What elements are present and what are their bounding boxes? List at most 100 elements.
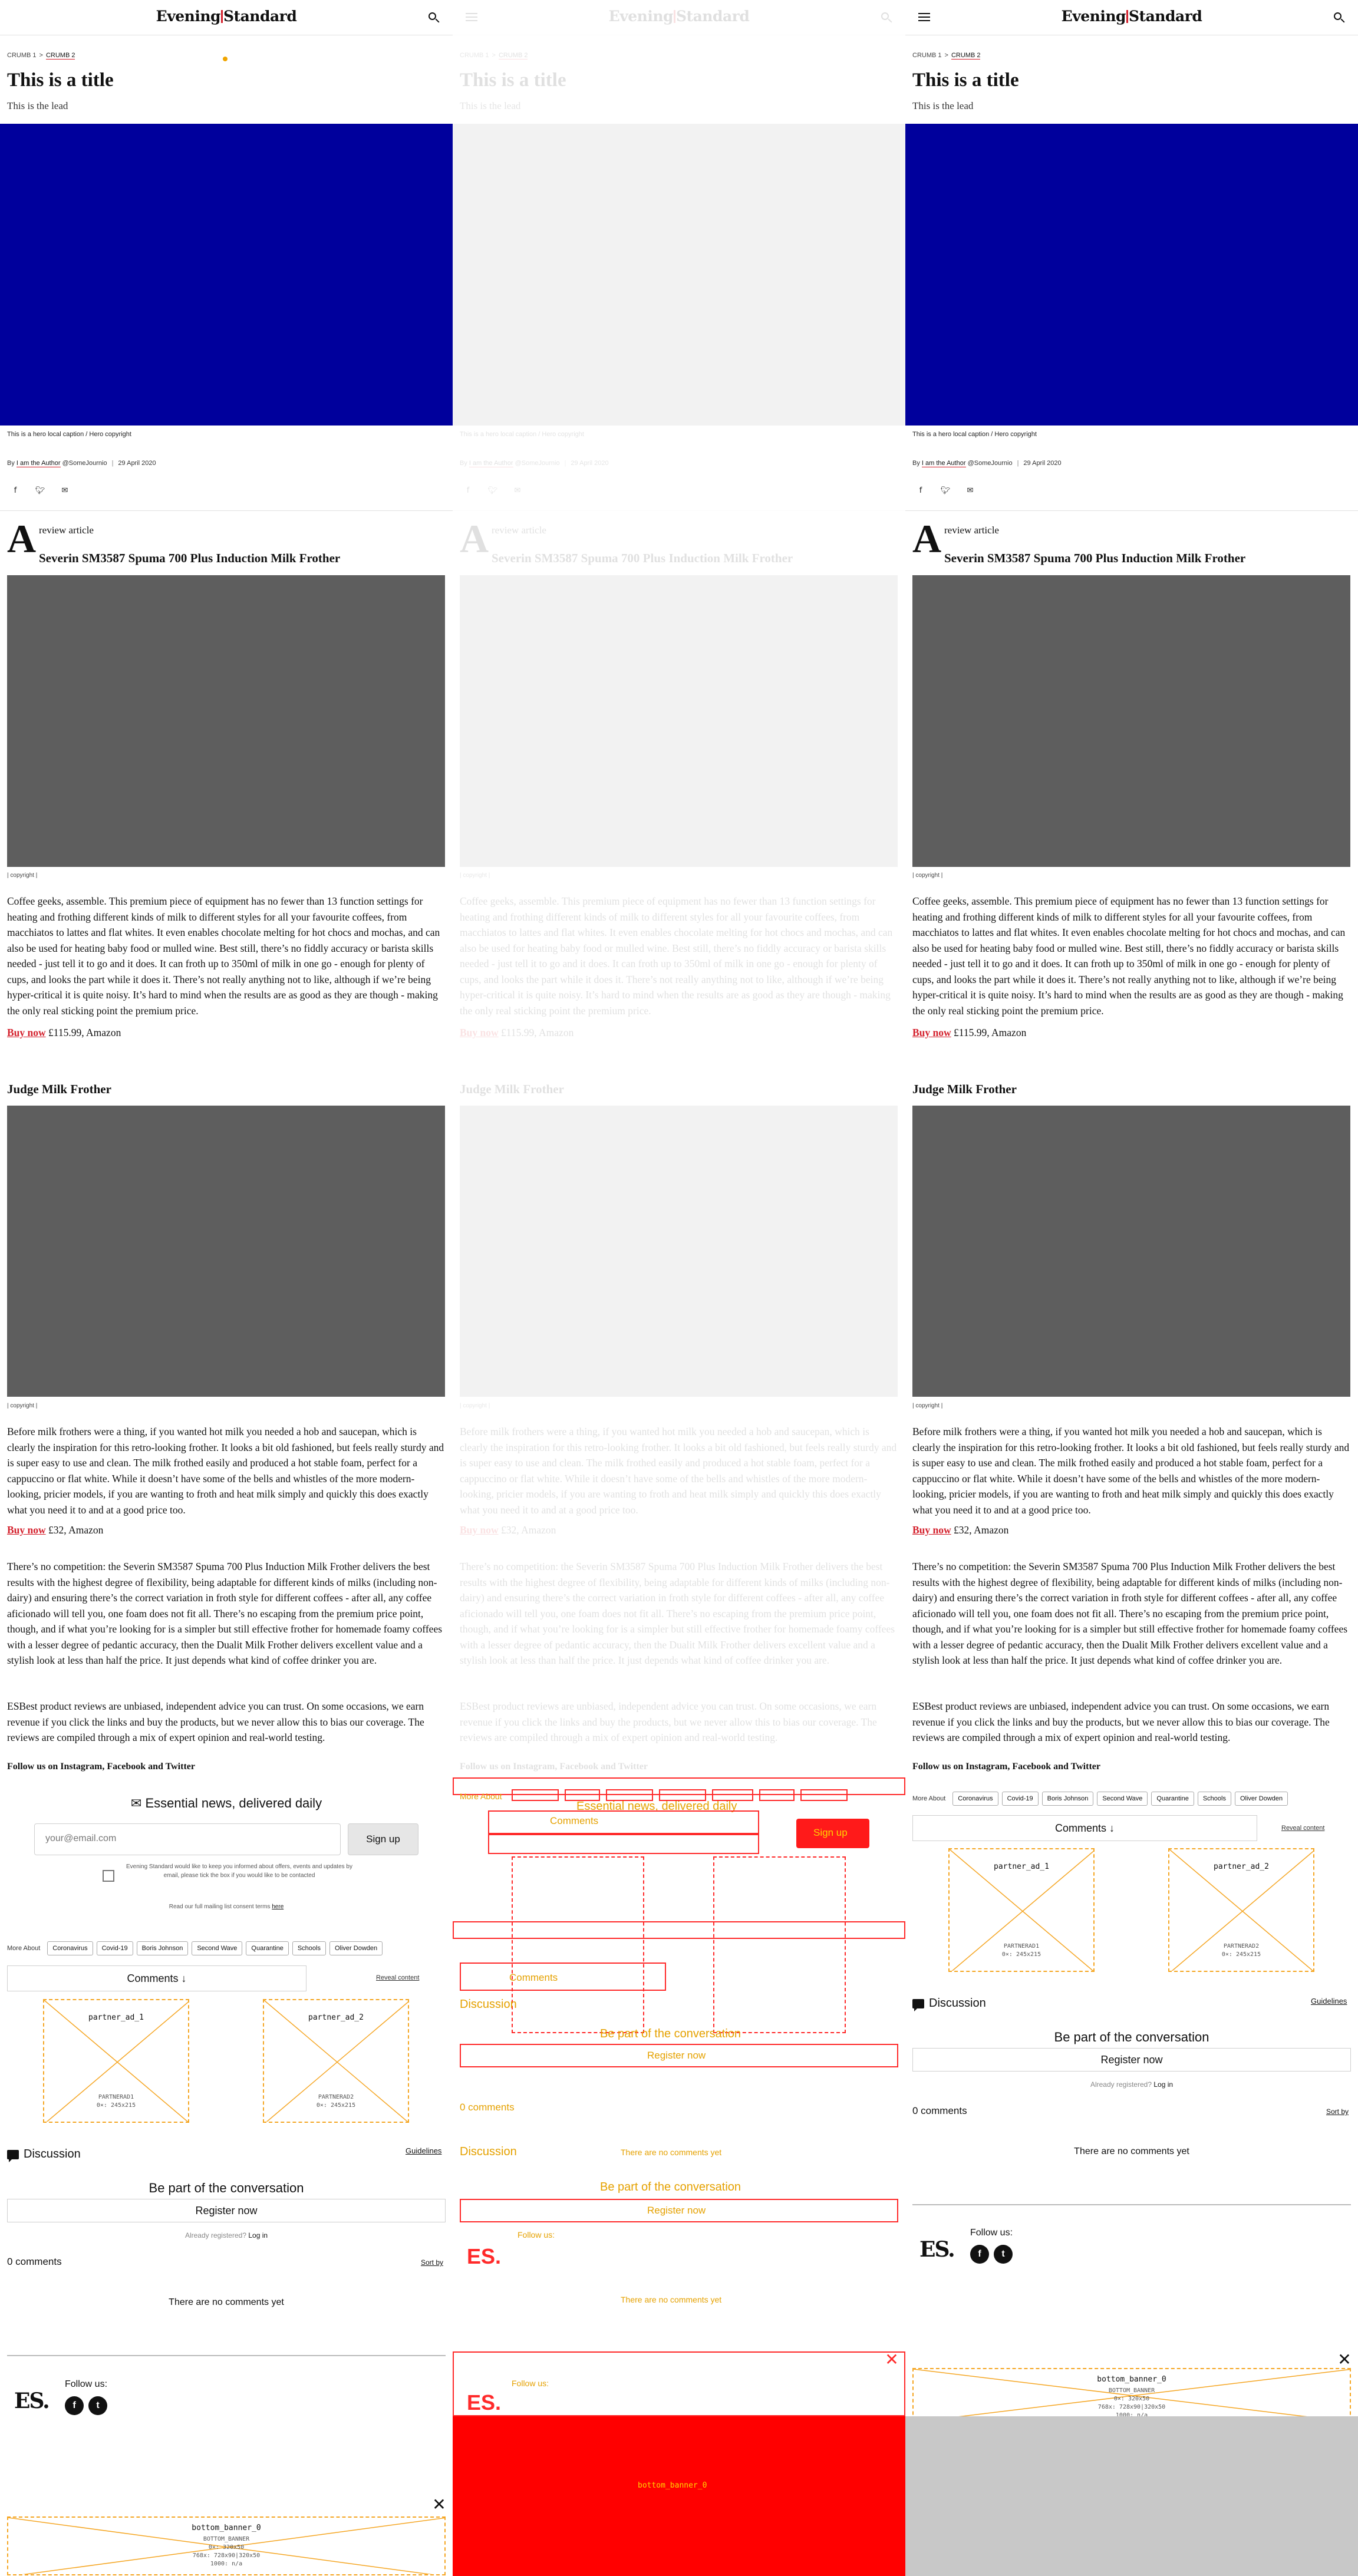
twitter-icon[interactable]: t bbox=[88, 2396, 107, 2415]
sort-by-link[interactable]: Sort by bbox=[421, 2258, 443, 2267]
topic-tag[interactable]: Coronavirus bbox=[47, 1941, 93, 1955]
debug-label: Discussion bbox=[460, 2145, 517, 2158]
topic-tag[interactable]: Coronavirus bbox=[952, 1792, 998, 1806]
twitter-icon[interactable]: t bbox=[994, 2245, 1013, 2264]
site-logo[interactable]: Evening Standard bbox=[453, 8, 905, 25]
arrow-down-icon: ↓ bbox=[1109, 1822, 1115, 1834]
topic-tag[interactable]: Boris Johnson bbox=[136, 1941, 189, 1955]
topic-tag[interactable]: Boris Johnson bbox=[1041, 1792, 1094, 1806]
ad-slot-info: PARTNERAD2 0×: 245x215 bbox=[316, 2094, 356, 2109]
close-icon[interactable]: ✕ bbox=[883, 2351, 901, 2369]
facebook-icon[interactable]: f bbox=[460, 482, 476, 499]
logo-text-left: Evening bbox=[1061, 8, 1126, 25]
product-title: Judge Milk Frother bbox=[912, 1082, 1017, 1096]
newsletter-title: ✉ Essential news, delivered daily bbox=[0, 1796, 453, 1811]
debug-outline bbox=[606, 1789, 653, 1801]
email-icon[interactable]: ✉ bbox=[962, 482, 978, 499]
facebook-icon[interactable]: f bbox=[970, 2245, 989, 2264]
drop-cap: A bbox=[912, 516, 942, 561]
buy-now-link[interactable]: Buy now bbox=[912, 1524, 951, 1536]
comments-button[interactable]: Comments ↓ bbox=[912, 1815, 1257, 1841]
crumb-2[interactable]: CRUMB 2 bbox=[951, 52, 981, 60]
search-icon[interactable] bbox=[427, 11, 441, 25]
buy-now-link[interactable]: Buy now bbox=[7, 1524, 46, 1536]
site-logo[interactable]: Evening Standard bbox=[0, 8, 453, 25]
crumb-separator: > bbox=[944, 52, 948, 59]
author-link[interactable]: I am the Author bbox=[16, 460, 61, 467]
ad-slot-name: partner_ad_2 bbox=[1214, 1862, 1269, 1871]
twitter-icon[interactable]: 🐦︎ bbox=[937, 482, 954, 499]
byline: By I am the Author @SomeJournio | 29 April… bbox=[912, 460, 1062, 467]
email-icon[interactable]: ✉ bbox=[509, 482, 526, 499]
ad-slot-name: bottom_banner_0 bbox=[1097, 2375, 1166, 2384]
site-logo[interactable]: Evening Standard bbox=[905, 8, 1358, 25]
facebook-icon[interactable]: f bbox=[7, 482, 24, 499]
search-icon[interactable] bbox=[1332, 11, 1346, 25]
buy-now-link[interactable]: Buy now bbox=[460, 1027, 499, 1038]
byline-prefix: By bbox=[7, 460, 15, 467]
topic-tag[interactable]: Schools bbox=[1197, 1792, 1231, 1806]
login-link[interactable]: Log in bbox=[248, 2231, 268, 2239]
crumb-1[interactable]: CRUMB 1 bbox=[912, 52, 942, 59]
facebook-icon[interactable]: f bbox=[912, 482, 929, 499]
topic-tag[interactable]: Covid-19 bbox=[96, 1941, 133, 1955]
comments-button[interactable]: Comments ↓ bbox=[7, 1965, 306, 1991]
follow-heading: Follow us on Instagram, Facebook and Twi… bbox=[460, 1762, 648, 1772]
topic-tag[interactable]: Quarantine bbox=[1151, 1792, 1194, 1806]
image-caption: | copyright | bbox=[460, 872, 490, 879]
login-link[interactable]: Log in bbox=[1153, 2080, 1173, 2089]
author-handle[interactable]: @SomeJournio bbox=[968, 460, 1013, 467]
product-price: £32, Amazon bbox=[48, 1524, 104, 1536]
email-field[interactable]: your@email.com bbox=[34, 1823, 341, 1855]
faded-article: Evening Standard CRUMB 1 > CRUMB 2 This is … bbox=[453, 0, 905, 1772]
ad-slot-name: partner_ad_1 bbox=[88, 2013, 144, 2022]
chat-bubble-icon bbox=[912, 1998, 924, 2011]
partner-ad-2[interactable]: partner_ad_2 PARTNERAD2 0×: 245x215 bbox=[1168, 1848, 1314, 1972]
consent-checkbox[interactable] bbox=[103, 1870, 114, 1882]
partner-ad-1[interactable]: partner_ad_1 PARTNERAD1 0×: 245x215 bbox=[43, 1999, 189, 2123]
reveal-content-link[interactable]: Reveal content bbox=[376, 1974, 419, 1981]
page-title: This is a title bbox=[460, 70, 566, 91]
buy-now-link[interactable]: Buy now bbox=[912, 1027, 951, 1038]
partner-ad-2[interactable]: partner_ad_2 PARTNERAD2 0×: 245x215 bbox=[263, 1999, 409, 2123]
consent-terms-link[interactable]: here bbox=[272, 1904, 284, 1910]
email-icon[interactable]: ✉ bbox=[57, 482, 73, 499]
crumb-2[interactable]: CRUMB 2 bbox=[45, 52, 75, 60]
topic-tag[interactable]: Quarantine bbox=[246, 1941, 289, 1955]
author-link[interactable]: I am the Author bbox=[921, 460, 966, 467]
buy-now-link[interactable]: Buy now bbox=[7, 1027, 46, 1038]
sort-by-link[interactable]: Sort by bbox=[1326, 2107, 1349, 2116]
close-icon[interactable]: ✕ bbox=[1336, 2351, 1353, 2369]
facebook-icon[interactable]: f bbox=[65, 2396, 84, 2415]
topic-tag[interactable]: Covid-19 bbox=[1001, 1792, 1039, 1806]
guidelines-link[interactable]: Guidelines bbox=[1311, 1997, 1347, 2006]
hero-image bbox=[905, 124, 1358, 426]
topic-tag[interactable]: Oliver Dowden bbox=[1234, 1792, 1288, 1806]
register-button[interactable]: Register now bbox=[7, 2199, 446, 2222]
register-button[interactable]: Register now bbox=[912, 2048, 1351, 2072]
reveal-content-link[interactable]: Reveal content bbox=[1281, 1825, 1324, 1832]
crumb-1[interactable]: CRUMB 1 bbox=[7, 52, 37, 59]
logo-bar bbox=[221, 10, 223, 23]
es-logo[interactable]: ES. bbox=[14, 2389, 50, 2413]
es-logo[interactable]: ES. bbox=[919, 2237, 955, 2262]
topic-tag[interactable]: Second Wave bbox=[192, 1941, 243, 1955]
topic-tag[interactable]: Second Wave bbox=[1097, 1792, 1148, 1806]
signup-button[interactable]: Sign up bbox=[348, 1823, 418, 1855]
close-icon[interactable]: ✕ bbox=[430, 2496, 448, 2514]
partner-ad-1[interactable]: partner_ad_1 PARTNERAD1 0×: 245x215 bbox=[948, 1848, 1095, 1972]
guidelines-link[interactable]: Guidelines bbox=[406, 2146, 441, 2155]
image-caption: | copyright | bbox=[460, 1403, 490, 1409]
search-icon[interactable] bbox=[879, 11, 894, 25]
twitter-icon[interactable]: 🐦︎ bbox=[32, 482, 48, 499]
topic-tag[interactable]: Oliver Dowden bbox=[329, 1941, 383, 1955]
twitter-icon[interactable]: 🐦︎ bbox=[484, 482, 501, 499]
logo-bar bbox=[1126, 10, 1128, 23]
author-handle[interactable]: @SomeJournio bbox=[62, 460, 107, 467]
buy-now-link[interactable]: Buy now bbox=[460, 1524, 499, 1536]
share-bar: f 🐦︎ ✉ bbox=[460, 482, 526, 499]
bottom-banner-ad[interactable]: bottom_banner_0 BOTTOM_BANNER 0×: 320x50 7… bbox=[7, 2516, 446, 2575]
article-lead: This is the lead bbox=[7, 100, 68, 111]
bottom-banner-ad[interactable]: bottom_banner_0 BOTTOM_BANNER 0×: 320x50 7… bbox=[912, 2368, 1351, 2421]
topic-tag[interactable]: Schools bbox=[292, 1941, 326, 1955]
